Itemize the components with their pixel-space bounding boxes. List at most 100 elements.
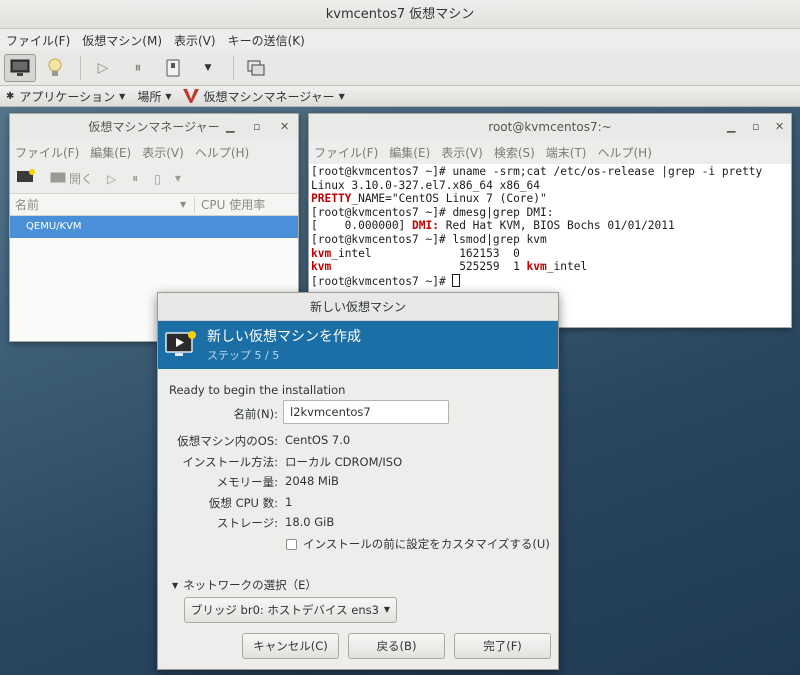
vmm-title: 仮想マシンマネージャー: [88, 120, 220, 134]
gnome-foot-icon: ✱: [6, 90, 15, 102]
column-name[interactable]: 名前: [10, 196, 180, 213]
console-button[interactable]: [4, 54, 36, 82]
terminal-title: root@kvmcentos7:~: [488, 120, 612, 134]
term-line: _NAME="CentOS Linux 7 (Core)": [351, 192, 547, 206]
memory-label: メモリー量:: [216, 475, 278, 489]
network-value: ブリッジ br0: ホストデバイス ens3: [190, 603, 379, 617]
term-line: Linux 3.10.0-327.el7.x86_64 x86_64: [311, 178, 541, 192]
places-menu[interactable]: 場所 ▼: [137, 88, 171, 105]
storage-value: 18.0 GiB: [285, 515, 335, 529]
install-value: ローカル CDROM/ISO: [285, 455, 403, 469]
maximize-icon[interactable]: ▫: [253, 114, 260, 140]
term-line: Red Hat KVM, BIOS Bochs 01/01/2011: [439, 219, 675, 233]
dialog-title: 新しい仮想マシン: [158, 293, 558, 321]
vmm-menu-help[interactable]: ヘルプ(H): [195, 144, 249, 161]
fullscreen-button[interactable]: [240, 54, 272, 82]
chevron-down-icon: ▼: [165, 91, 172, 101]
power-icon: [166, 59, 180, 77]
term-highlight: kvm: [311, 260, 332, 274]
vm-list-row[interactable]: QEMU/KVM: [10, 216, 298, 238]
term-line: 525259 1: [331, 260, 527, 274]
shutdown-menu-button[interactable]: ▼: [192, 54, 224, 82]
close-icon[interactable]: ✕: [775, 114, 784, 140]
close-icon[interactable]: ✕: [280, 114, 289, 140]
os-label: 仮想マシン内のOS:: [177, 434, 278, 448]
lightbulb-icon: [48, 58, 62, 76]
chevron-down-icon: ▼: [204, 63, 212, 73]
name-input[interactable]: [283, 400, 449, 424]
term-line: [root@kvmcentos7 ~]# dmesg|grep DMI:: [311, 205, 554, 219]
term-menu-edit[interactable]: 編集(E): [389, 144, 430, 161]
applications-label: アプリケーション: [19, 89, 116, 104]
banner-title: 新しい仮想マシンを作成: [207, 329, 361, 345]
storage-label: ストレージ:: [216, 516, 278, 530]
term-menu-view[interactable]: 表示(V): [441, 144, 483, 161]
term-menu-help[interactable]: ヘルプ(H): [598, 144, 652, 161]
customize-checkbox-row[interactable]: インストールの前に設定をカスタマイズする(U): [286, 536, 550, 552]
open-button[interactable]: 開く: [50, 170, 93, 187]
term-line: _intel: [546, 260, 588, 274]
menu-vm[interactable]: 仮想マシン(M): [82, 32, 162, 49]
term-line: [ 0.000000]: [311, 219, 413, 233]
term-menu-terminal[interactable]: 端末(T): [546, 144, 587, 161]
shutdown-button[interactable]: ▯: [154, 172, 161, 186]
vmm-menu-view[interactable]: 表示(V): [142, 144, 184, 161]
menu-view[interactable]: 表示(V): [174, 32, 216, 49]
gnome-top-panel: ✱ アプリケーション ▼ 場所 ▼ 仮想マシンマネージャー ▼: [0, 86, 800, 107]
finish-button[interactable]: 完了(F): [454, 633, 551, 659]
run-button[interactable]: ▷: [107, 172, 116, 186]
shutdown-button[interactable]: [157, 54, 189, 82]
toolbar-separator: [233, 56, 234, 80]
minimize-icon[interactable]: ▁: [226, 114, 234, 140]
vmm-menu-edit[interactable]: 編集(E): [90, 144, 131, 161]
toolbar: ▷ ⏸ ▼: [0, 51, 800, 86]
vmm-toolbar: 開く ▷ ⏸ ▯ ▼: [10, 164, 298, 194]
run-button[interactable]: ▷: [87, 54, 119, 82]
power-icon: ▯: [154, 171, 161, 186]
shutdown-menu-button[interactable]: ▼: [175, 174, 181, 183]
network-select[interactable]: ブリッジ br0: ホストデバイス ens3 ▼: [184, 597, 397, 623]
term-menu-file[interactable]: ファイル(F): [314, 144, 378, 161]
term-line: [root@kvmcentos7 ~]# lsmod|grep kvm: [311, 232, 547, 246]
ready-text: Ready to begin the installation: [169, 383, 346, 397]
network-expander[interactable]: ▼ ネットワークの選択（E）: [172, 577, 317, 593]
term-highlight: kvm: [526, 260, 547, 274]
pause-icon: ⏸: [134, 60, 142, 76]
menu-file[interactable]: ファイル(F): [6, 32, 70, 49]
name-label: 名前(N):: [233, 407, 278, 421]
menu-send-key[interactable]: キーの送信(K): [228, 32, 305, 49]
customize-checkbox[interactable]: [286, 538, 297, 550]
chevron-down-icon: ▼: [174, 174, 182, 183]
pause-button[interactable]: ⏸: [122, 54, 154, 82]
pause-button[interactable]: ⏸: [132, 171, 138, 186]
open-label: 開く: [69, 172, 94, 186]
chevron-down-icon: ▼: [119, 91, 126, 101]
terminal-menubar: ファイル(F) 編集(E) 表示(V) 検索(S) 端末(T) ヘルプ(H): [309, 140, 791, 164]
maximize-icon[interactable]: ▫: [752, 114, 759, 140]
chevron-down-icon: ▼: [338, 91, 345, 101]
new-vm-button[interactable]: [16, 169, 36, 188]
dialog-banner: 新しい仮想マシンを作成 ステップ 5 / 5: [158, 321, 558, 369]
term-line: _intel 162153 0: [331, 246, 520, 260]
minimize-icon[interactable]: ▁: [727, 114, 735, 140]
vmm-app-label: 仮想マシンマネージャー: [203, 89, 335, 104]
applications-menu[interactable]: ✱ アプリケーション ▼: [6, 88, 125, 105]
network-label: ネットワークの選択（E）: [183, 578, 317, 592]
back-button[interactable]: 戻る(B): [348, 633, 445, 659]
vmm-app-menu[interactable]: 仮想マシンマネージャー ▼: [183, 88, 345, 105]
sort-indicator-icon: ▼: [180, 200, 187, 209]
fullscreen-icon: [247, 60, 265, 76]
term-line: [root@kvmcentos7 ~]# uname -srm;cat /etc…: [311, 165, 763, 178]
term-highlight: kvm: [311, 246, 332, 260]
vmm-menubar: ファイル(F) 編集(E) 表示(V) ヘルプ(H): [10, 140, 298, 164]
vmm-menu-file[interactable]: ファイル(F): [15, 144, 79, 161]
menubar: ファイル(F) 仮想マシン(M) 表示(V) キーの送信(K): [0, 29, 800, 51]
term-menu-search[interactable]: 検索(S): [494, 144, 535, 161]
expander-triangle-icon: ▼: [172, 580, 179, 590]
column-cpu[interactable]: CPU 使用率: [194, 196, 265, 213]
memory-value: 2048 MiB: [285, 474, 339, 488]
pause-icon: ⏸: [132, 171, 139, 185]
details-button[interactable]: [39, 54, 71, 82]
chevron-down-icon: ▼: [383, 605, 391, 614]
cancel-button[interactable]: キャンセル(C): [242, 633, 339, 659]
